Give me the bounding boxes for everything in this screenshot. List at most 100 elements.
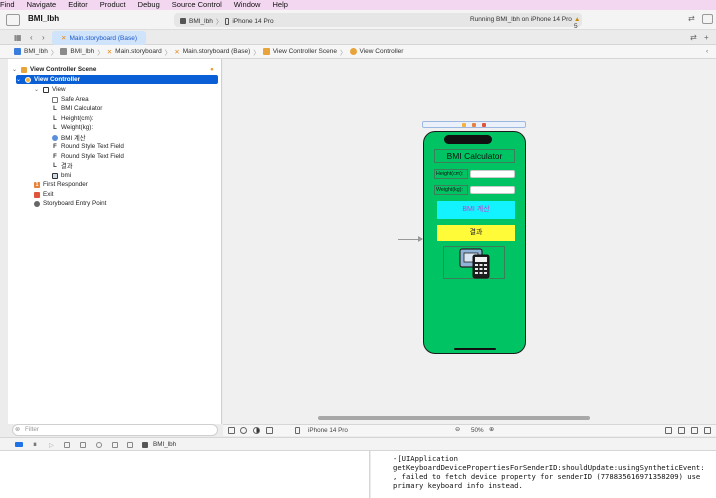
outline-row-first-responder[interactable]: 1 First Responder	[34, 180, 88, 189]
home-indicator	[454, 348, 496, 350]
outline-row-image-view[interactable]: bmi	[52, 171, 71, 180]
outline-label: Weight(kg):	[61, 124, 94, 131]
chevron-right-icon: 〉	[340, 49, 347, 57]
simulate-location-icon[interactable]	[127, 442, 133, 448]
zoom-level[interactable]: 50%	[471, 427, 484, 434]
editor-grid-icon[interactable]: ▦	[14, 33, 22, 42]
outline-row-label[interactable]: L Weight(kg):	[52, 123, 93, 132]
related-items-icon[interactable]: ⇄	[690, 33, 697, 42]
outline-row-scene[interactable]: ⌄ View Controller Scene ●	[12, 65, 218, 74]
disclosure-down-icon[interactable]: ⌄	[16, 76, 22, 83]
menu-debug[interactable]: Debug	[138, 0, 160, 10]
entry-point-icon	[34, 200, 40, 207]
canvas-horizontal-scrollbar[interactable]	[318, 416, 590, 420]
calculate-button[interactable]: BMI 계산	[437, 201, 515, 219]
interface-style-icon[interactable]	[240, 427, 247, 434]
disclosure-down-icon[interactable]: ⌄	[12, 66, 18, 73]
height-text-field[interactable]	[470, 170, 515, 178]
update-frames-icon[interactable]	[665, 427, 672, 434]
disclosure-down-icon[interactable]: ⌄	[34, 86, 40, 93]
title-label[interactable]: BMI Calculator	[434, 149, 515, 163]
outline-row-label[interactable]: L Height(cm):	[52, 114, 93, 123]
console-output[interactable]: -[UIApplication getKeyboardDeviceProperti…	[371, 451, 716, 498]
embed-in-icon[interactable]	[678, 427, 685, 434]
forward-icon[interactable]: ›	[42, 33, 45, 42]
exit-icon[interactable]	[482, 123, 486, 127]
canvas-device[interactable]: iPhone 14 Pro	[308, 427, 348, 434]
view-debugger-icon[interactable]	[112, 442, 118, 448]
outline-row-button[interactable]: BMI 계산	[52, 133, 86, 142]
zoom-in-icon[interactable]: ⊕	[489, 426, 494, 433]
orientation-icon[interactable]	[266, 427, 273, 434]
add-editor-icon[interactable]: ⇄	[688, 14, 695, 23]
sidebar-toggle-icon[interactable]	[6, 14, 20, 26]
device-frame-icon[interactable]	[295, 427, 300, 434]
first-responder-icon[interactable]	[472, 123, 476, 127]
zoom-out-icon[interactable]: ⊖	[455, 426, 460, 433]
variables-panel[interactable]	[0, 451, 370, 498]
weight-text-field[interactable]	[470, 186, 515, 194]
inspector-toggle-icon[interactable]	[702, 14, 713, 24]
menu-navigate[interactable]: Navigate	[27, 0, 57, 10]
outline-row-view-controller[interactable]: ⌄ View Controller	[16, 75, 218, 84]
jumpbar-item-storyboard[interactable]: Main.storyboard	[115, 48, 162, 55]
storyboard-icon: ✕	[174, 48, 180, 56]
scheme-activity-area[interactable]: BMI_lbh 〉 iPhone 14 Pro Running BMI_lbh …	[174, 13, 582, 30]
back-icon[interactable]: ‹	[30, 33, 33, 42]
continue-icon[interactable]: ▷	[49, 442, 55, 449]
storyboard-entry-arrow[interactable]	[398, 236, 423, 242]
outline-row-view[interactable]: ⌄ View	[34, 85, 218, 94]
outline-row-text-field[interactable]: F Round Style Text Field	[52, 142, 124, 151]
step-over-icon[interactable]	[64, 442, 70, 448]
jumpbar-item-scene[interactable]: View Controller Scene	[273, 48, 337, 55]
iphone-scene[interactable]: BMI Calculator Height(cm): Weight(kg): B…	[423, 131, 526, 354]
jumpbar-item-storyboard-base[interactable]: Main.storyboard (Base)	[183, 48, 251, 55]
jumpbar-item-project[interactable]: BMI_lbh	[24, 48, 48, 55]
canvas-bottom-bar: iPhone 14 Pro ⊖ 50% ⊕	[223, 424, 716, 436]
menu-find[interactable]: Find	[0, 0, 15, 10]
scene-dock[interactable]	[422, 121, 526, 128]
scheme-name[interactable]: BMI_lbh	[189, 18, 213, 25]
debug-area-toggle-icon[interactable]	[15, 442, 23, 447]
pause-icon[interactable]: ⏸	[33, 440, 37, 450]
jump-bar: BMI_lbh 〉 BMI_lbh 〉 ✕ Main.storyboard 〉 …	[0, 45, 716, 59]
warning-count: 5	[574, 23, 578, 30]
run-destination[interactable]: iPhone 14 Pro	[232, 18, 273, 25]
activity-status: Running BMI_lbh on iPhone 14 Pro	[470, 16, 572, 23]
pin-icon[interactable]	[704, 427, 711, 434]
menu-product[interactable]: Product	[100, 0, 126, 10]
add-tab-icon[interactable]: +	[704, 33, 709, 42]
outline-filter-input[interactable]: ⊜ Filter	[12, 424, 218, 436]
weight-label[interactable]: Weight(kg):	[434, 185, 468, 195]
debug-target[interactable]: BMI_lbh	[153, 441, 176, 448]
appearance-icon[interactable]	[253, 427, 260, 434]
project-title: BMI_lbh	[28, 14, 60, 23]
view-controller-icon[interactable]	[462, 123, 466, 127]
outline-row-safe-area[interactable]: Safe Area	[52, 95, 89, 104]
bmi-image-view[interactable]	[443, 246, 505, 279]
menu-source-control[interactable]: Source Control	[172, 0, 222, 10]
outline-row-text-field[interactable]: F Round Style Text Field	[52, 152, 124, 161]
align-icon[interactable]	[691, 427, 698, 434]
tab-main-storyboard[interactable]: ✕ Main.storyboard (Base)	[52, 31, 146, 45]
jumpbar-item-folder[interactable]: BMI_lbh	[70, 48, 94, 55]
warning-indicator[interactable]: ▲ 5	[574, 16, 582, 30]
menu-help[interactable]: Help	[272, 0, 287, 10]
jumpbar-item-view-controller[interactable]: View Controller	[360, 48, 404, 55]
outline-label: Round Style Text Field	[61, 153, 124, 160]
menu-window[interactable]: Window	[234, 0, 261, 10]
chevron-left-icon[interactable]: ‹	[706, 48, 708, 55]
app-icon	[142, 442, 148, 448]
result-label[interactable]: 결과	[437, 225, 515, 241]
menu-editor[interactable]: Editor	[68, 0, 88, 10]
outline-row-entry-point[interactable]: Storyboard Entry Point	[34, 199, 106, 208]
step-out-icon[interactable]	[96, 442, 102, 448]
outline-row-exit[interactable]: Exit	[34, 190, 54, 199]
height-label[interactable]: Height(cm):	[434, 169, 468, 179]
first-responder-icon: 1	[34, 181, 40, 188]
outline-row-label[interactable]: L 결과	[52, 161, 72, 171]
outline-row-label[interactable]: L BMI Calculator	[52, 104, 102, 113]
toggle-outline-icon[interactable]	[228, 427, 235, 434]
storyboard-icon: ✕	[60, 35, 67, 42]
step-into-icon[interactable]	[80, 442, 86, 448]
